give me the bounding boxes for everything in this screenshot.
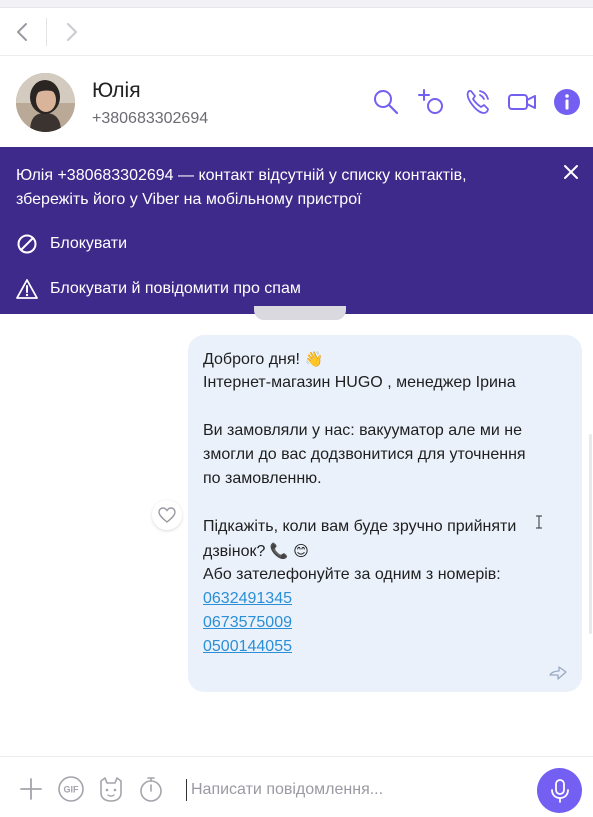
unknown-contact-banner: Юлія +380683302694 — контакт відсутній у… [0, 147, 593, 314]
banner-line-1: Юлія +380683302694 — контакт відсутній у… [16, 167, 467, 184]
block-label: Блокувати [50, 235, 128, 252]
message-line: змогли до вас додзвонитися для уточнення [203, 446, 526, 463]
message-call-text: дзвінок? [203, 543, 266, 560]
text-cursor-icon [535, 515, 543, 529]
date-separator [254, 306, 346, 320]
phone-link[interactable]: 0500144055 [203, 638, 292, 655]
message-line: Доброго дня! 👋 [203, 347, 568, 371]
message-area[interactable]: Доброго дня! 👋 Інтернет-магазин HUGO , м… [0, 314, 593, 756]
contact-phone: +380683302694 [92, 110, 209, 127]
chat-header: Юлія +380683302694 [0, 57, 593, 147]
spam-label: Блокувати й повідомити про спам [50, 280, 301, 297]
timer-icon[interactable] [137, 775, 165, 803]
scrollbar[interactable] [589, 434, 592, 634]
heart-icon[interactable] [152, 500, 182, 530]
block-button[interactable]: Блокувати [16, 231, 127, 257]
navigation-bar [0, 8, 593, 56]
block-icon [17, 234, 37, 254]
message-line: дзвінок? 📞 😊 [203, 539, 568, 563]
close-icon[interactable] [562, 163, 580, 181]
block-and-report-spam-button[interactable]: Блокувати й повідомити про спам [16, 276, 301, 302]
message-input[interactable] [191, 776, 521, 804]
chevron-left-icon[interactable] [12, 20, 34, 44]
microphone-icon [550, 778, 569, 803]
chevron-right-icon[interactable] [60, 20, 82, 44]
sticker-icon[interactable] [97, 775, 125, 803]
message-line: по замовленню. [203, 470, 322, 487]
phone-smile-emoji: 📞 😊 [269, 542, 309, 560]
message-line: 0500144055 [203, 635, 568, 659]
gif-icon[interactable]: GIF [57, 775, 85, 803]
plus-icon[interactable] [17, 775, 45, 803]
message-greeting: Доброго дня! [203, 351, 300, 368]
avatar[interactable] [16, 73, 75, 132]
message-line: 0673575009 [203, 611, 568, 635]
wave-emoji: 👋 [304, 350, 324, 368]
nav-divider [46, 18, 47, 46]
search-icon[interactable] [371, 87, 401, 117]
banner-message: Юлія +380683302694 — контакт відсутній у… [16, 164, 516, 212]
message-composer: GIF [0, 756, 593, 817]
contact-name: Юлія [92, 79, 141, 102]
window-top-strip [0, 0, 593, 8]
gif-label: GIF [64, 785, 80, 795]
message-line: Або зателефонуйте за одним з номерів: [203, 566, 501, 583]
warning-icon [16, 279, 38, 299]
outgoing-message-bubble[interactable]: Доброго дня! 👋 Інтернет-магазин HUGO , м… [188, 335, 582, 692]
message-line: Підкажіть, коли вам буде зручно прийняти [203, 518, 517, 535]
video-call-icon[interactable] [507, 87, 537, 117]
sent-icon [549, 666, 567, 680]
message-line: 0632491345 [203, 587, 568, 611]
phone-link[interactable]: 0632491345 [203, 590, 292, 607]
phone-call-icon[interactable] [463, 87, 493, 117]
add-participant-icon[interactable] [417, 87, 447, 117]
microphone-button[interactable] [537, 768, 582, 813]
message-line: Ви замовляли у нас: вакууматор але ми не [203, 422, 522, 439]
banner-line-2: збережіть його у Viber на мобільному при… [16, 191, 362, 208]
phone-link[interactable]: 0673575009 [203, 614, 292, 631]
message-line: Інтернет-магазин HUGO , менеджер Ірина [203, 374, 516, 391]
input-caret [186, 779, 187, 801]
info-icon[interactable] [552, 87, 582, 117]
